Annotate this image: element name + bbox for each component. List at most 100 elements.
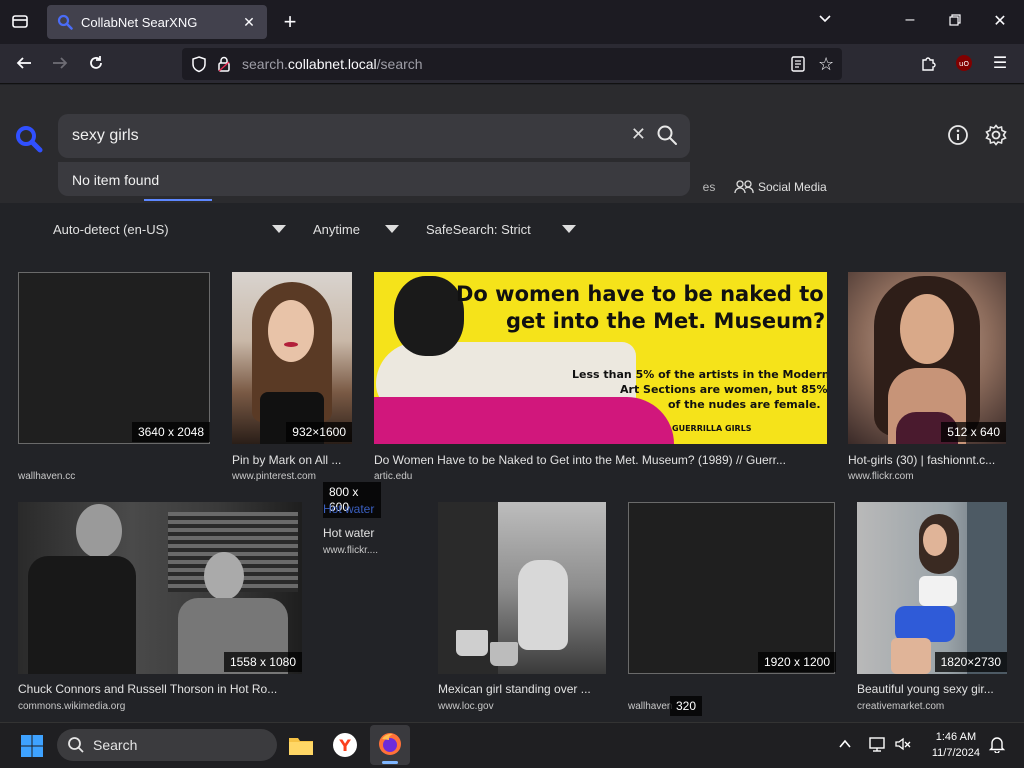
result-thumbnail[interactable]: Do women have to be naked to get into th…: [374, 272, 827, 444]
network-icon[interactable]: [868, 735, 886, 758]
image-result[interactable]: 1920 x 1200 wallhaven 320: [628, 502, 836, 716]
portrait-lips-shape: [284, 342, 298, 347]
reader-view-icon[interactable]: [790, 56, 806, 77]
image-result[interactable]: 1820×2730 Beautiful young sexy gir... cr…: [857, 502, 1007, 714]
lock-icon[interactable]: [216, 55, 232, 78]
image-dimensions: 1920 x 1200: [757, 652, 836, 672]
system-clock[interactable]: 1:46 AM 11/7/2024: [932, 729, 980, 761]
firefox-taskbar-icon[interactable]: [370, 725, 410, 765]
list-all-tabs-icon[interactable]: [815, 12, 835, 32]
image-result[interactable]: 512 x 640 Hot-girls (30) | fashionnt.c..…: [848, 272, 1008, 482]
show-hidden-icons-chevron-icon[interactable]: [838, 737, 852, 756]
windows-start-icon[interactable]: [20, 734, 44, 758]
image-result[interactable]: 3640 x 2048 wallhaven.cc: [18, 272, 210, 482]
image-dimensions: 1558 x 1080: [223, 652, 302, 672]
bookmark-star-icon[interactable]: ☆: [818, 54, 834, 75]
image-result[interactable]: 1558 x 1080 Chuck Connors and Russell Th…: [18, 502, 302, 714]
result-title[interactable]: Mexican girl standing over ...: [438, 682, 606, 696]
result-source: www.loc.gov: [438, 701, 494, 712]
autocomplete-dropdown: No item found: [58, 162, 690, 196]
image-result[interactable]: 932×1600 Pin by Mark on All ... www.pint…: [232, 272, 354, 482]
search-input[interactable]: sexy girls ✕: [58, 114, 690, 158]
new-tab-button[interactable]: +: [280, 11, 300, 33]
app-menu-icon[interactable]: ☰: [990, 54, 1010, 74]
result-source: www.flickr....: [323, 545, 379, 556]
file-explorer-icon[interactable]: [288, 733, 314, 757]
searxng-logo-icon[interactable]: [14, 124, 44, 154]
result-title[interactable]: Hot water: [323, 526, 403, 540]
language-select[interactable]: Auto-detect (en-US): [53, 222, 169, 237]
image-result[interactable]: Mexican girl standing over ... www.loc.g…: [438, 502, 606, 714]
result-thumbnail-placeholder[interactable]: [628, 502, 835, 674]
bucket-shape: [490, 642, 518, 666]
result-title[interactable]: Beautiful young sexy gir...: [857, 682, 1007, 696]
maximize-window-button[interactable]: [945, 12, 965, 32]
bucket-shape: [456, 630, 488, 656]
result-thumbnail[interactable]: [848, 272, 1006, 444]
safesearch-dropdown-arrow-icon[interactable]: [562, 225, 576, 233]
minimize-window-button[interactable]: –: [900, 10, 920, 30]
result-title[interactable]: Hot-girls (30) | fashionnt.c...: [848, 453, 1008, 467]
poster-headline-1: Do women have to be naked to: [456, 282, 824, 306]
image-dimensions: 512 x 640: [941, 422, 1006, 442]
svg-text:uO: uO: [959, 60, 969, 68]
social-media-label: Social Media: [758, 180, 827, 194]
poster-gorilla-head-shape: [394, 276, 464, 356]
result-source: www.flickr.com: [848, 471, 914, 482]
tab-list-icon[interactable]: [10, 12, 30, 32]
poster-credit: GUERRILLA GIRLS: [672, 424, 752, 433]
search-submit-icon[interactable]: [656, 124, 678, 146]
time-dropdown-arrow-icon[interactable]: [385, 225, 399, 233]
volume-muted-icon[interactable]: [894, 735, 912, 758]
info-icon[interactable]: [947, 124, 969, 146]
category-tab-social-media[interactable]: Social Media: [734, 180, 827, 194]
result-source: wallhaven.cc: [18, 471, 76, 482]
forward-arrow-icon[interactable]: [50, 54, 70, 78]
notification-bell-icon[interactable]: [988, 735, 1006, 758]
man-left-body-shape: [28, 556, 136, 674]
result-title[interactable]: Do Women Have to be Naked to Get into th…: [374, 453, 827, 467]
browser-tab-bar: CollabNet SearXNG ✕ + – ✕: [0, 0, 1024, 44]
language-dropdown-arrow-icon[interactable]: [272, 225, 286, 233]
url-text: search.collabnet.local/search: [242, 56, 423, 72]
searxng-favicon-icon: [57, 14, 73, 30]
result-title[interactable]: Pin by Mark on All ...: [232, 453, 354, 467]
search-icon: [67, 736, 85, 757]
image-result[interactable]: 800 x 600 Hot water Hot water www.flickr…: [323, 482, 403, 562]
result-thumbnail[interactable]: [857, 502, 1007, 674]
yandex-browser-icon[interactable]: Y: [332, 732, 358, 758]
extensions-icon[interactable]: [918, 54, 938, 78]
result-title[interactable]: Chuck Connors and Russell Thorson in Hot…: [18, 682, 302, 696]
settings-gear-icon[interactable]: [985, 124, 1007, 146]
result-thumbnail[interactable]: [438, 502, 606, 674]
browser-tab-active[interactable]: CollabNet SearXNG ✕: [47, 5, 267, 39]
portrait-face-shape: [268, 300, 314, 362]
clear-search-icon[interactable]: ✕: [631, 124, 646, 145]
windows-taskbar: Search Y 1:46 AM 11/7/2024: [0, 722, 1024, 768]
url-bar[interactable]: search.collabnet.local/search ☆: [182, 48, 842, 80]
result-thumbnail[interactable]: [18, 502, 302, 674]
result-thumbnail-placeholder[interactable]: [18, 272, 210, 444]
result-source: artic.edu: [374, 471, 413, 482]
clock-date: 11/7/2024: [931, 747, 980, 759]
time-range-select[interactable]: Anytime: [313, 222, 360, 237]
woman-legs-shape: [891, 638, 931, 674]
poster-drape-shape: [374, 397, 674, 444]
ublock-origin-icon[interactable]: uO: [954, 54, 974, 78]
back-arrow-icon[interactable]: [14, 54, 34, 78]
taskbar-search-box[interactable]: Search: [57, 729, 277, 761]
broken-image-alt-text: Hot water: [323, 502, 375, 516]
active-category-indicator: [144, 199, 212, 201]
image-result[interactable]: Do women have to be naked to get into th…: [374, 272, 827, 482]
reload-icon[interactable]: [86, 54, 106, 78]
man-left-head-shape: [76, 504, 122, 558]
close-tab-icon[interactable]: ✕: [241, 14, 257, 31]
result-source: creativemarket.com: [857, 701, 945, 712]
result-thumbnail[interactable]: [232, 272, 352, 444]
close-window-button[interactable]: ✕: [990, 12, 1010, 32]
shield-icon[interactable]: [190, 55, 208, 78]
image-dimensions: 932×1600: [286, 422, 352, 442]
search-query-text: sexy girls: [72, 127, 139, 144]
wall-shape: [967, 502, 1007, 674]
safesearch-select[interactable]: SafeSearch: Strict: [426, 222, 531, 237]
